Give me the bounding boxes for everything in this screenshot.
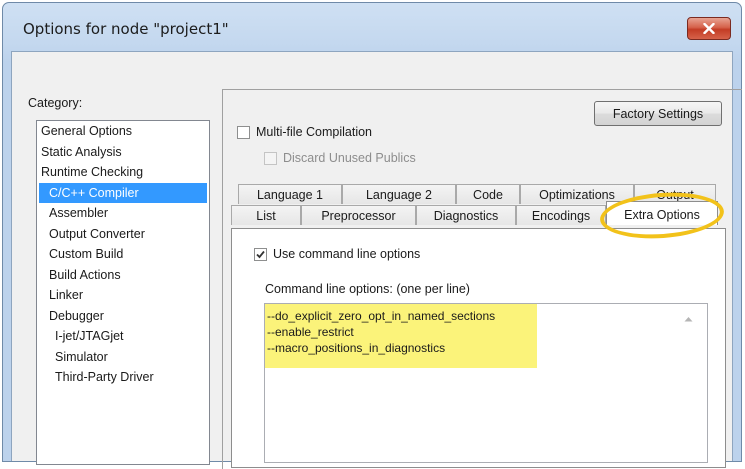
multifile-compilation-checkbox[interactable] [237, 126, 250, 139]
tab-diagnostics[interactable]: Diagnostics [416, 205, 516, 225]
category-item-assembler[interactable]: Assembler [37, 203, 209, 224]
tab-language-1[interactable]: Language 1 [238, 184, 342, 204]
factory-settings-button[interactable]: Factory Settings [594, 101, 722, 126]
scroll-up-arrow-icon[interactable] [684, 316, 693, 322]
category-item-cpp-compiler[interactable]: C/C++ Compiler [39, 182, 207, 203]
category-item-build-actions[interactable]: Build Actions [37, 265, 209, 286]
category-item-runtime-checking[interactable]: Runtime Checking [37, 162, 209, 183]
tab-preprocessor[interactable]: Preprocessor [301, 205, 416, 225]
category-item-static-analysis[interactable]: Static Analysis [37, 142, 209, 163]
category-item-simulator[interactable]: Simulator [37, 347, 209, 368]
category-item-custom-build[interactable]: Custom Build [37, 244, 209, 265]
tab-encodings[interactable]: Encodings [516, 205, 606, 225]
cmdline-option-line: --do_explicit_zero_opt_in_named_sections [267, 309, 496, 323]
discard-unused-publics-checkbox[interactable] [264, 152, 277, 165]
command-line-options-textarea[interactable]: --do_explicit_zero_opt_in_named_sections… [264, 303, 708, 463]
checkmark-icon [256, 250, 265, 259]
tab-code[interactable]: Code [456, 184, 520, 204]
command-line-options-label: Command line options: (one per line) [265, 282, 470, 296]
tab-language-2[interactable]: Language 2 [342, 184, 456, 204]
category-item-linker[interactable]: Linker [37, 285, 209, 306]
category-label: Category: [28, 96, 83, 110]
tab-list[interactable]: List [231, 205, 301, 225]
category-list[interactable]: General Options Static Analysis Runtime … [36, 120, 210, 465]
close-icon [703, 23, 715, 34]
close-button[interactable] [687, 17, 731, 40]
use-command-line-label: Use command line options [273, 247, 421, 261]
cmdline-option-line: --macro_positions_in_diagnostics [267, 341, 446, 355]
cmdline-option-line: --enable_restrict [267, 325, 354, 339]
category-item-third-party-driver[interactable]: Third-Party Driver [37, 367, 209, 388]
use-command-line-checkbox[interactable] [254, 248, 267, 261]
category-item-debugger[interactable]: Debugger [37, 306, 209, 327]
dialog-title: Options for node "project1" [23, 20, 229, 38]
category-item-general-options[interactable]: General Options [37, 121, 209, 142]
multifile-compilation-label: Multi-file Compilation [256, 125, 373, 139]
category-item-output-converter[interactable]: Output Converter [37, 224, 209, 245]
discard-unused-publics-label: Discard Unused Publics [283, 151, 416, 165]
category-item-ijet-jtagjet[interactable]: I-jet/JTAGjet [37, 326, 209, 347]
